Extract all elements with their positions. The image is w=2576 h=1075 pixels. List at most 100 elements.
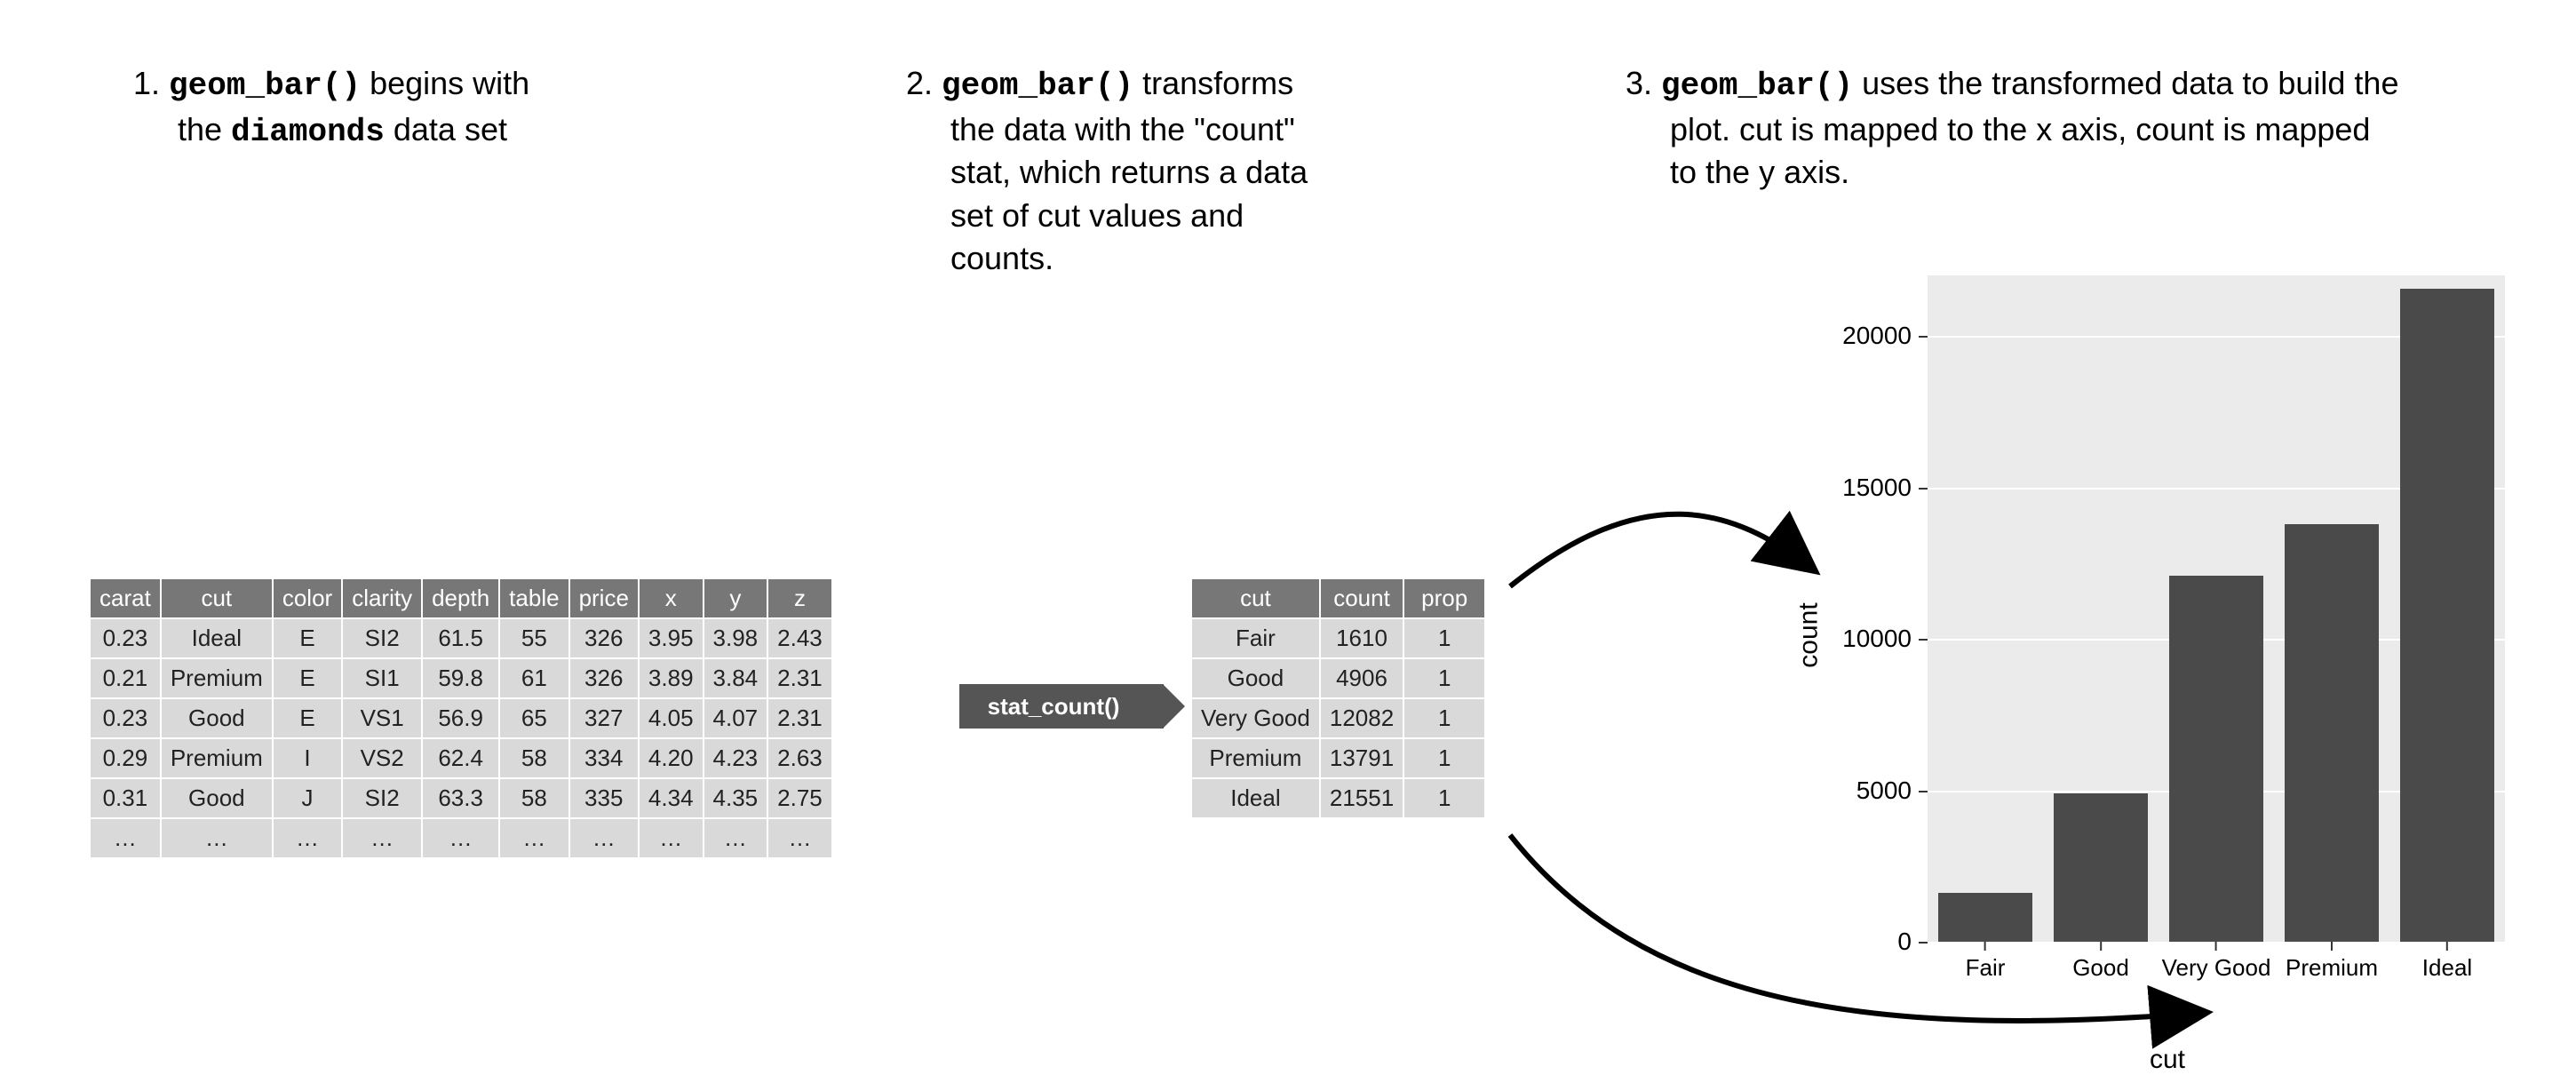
step-2-line3: stat, which returns a data: [906, 151, 1457, 195]
diamonds-header-cell: clarity: [343, 579, 421, 617]
diamonds-cell: …: [274, 819, 341, 857]
counts-cell: 1: [1404, 619, 1484, 657]
stat-count-badge: stat_count(): [959, 684, 1164, 729]
step-2-tail: transforms: [1133, 65, 1293, 101]
diamonds-cell: 63.3: [423, 779, 498, 817]
diamonds-cell: SI2: [343, 779, 421, 817]
chart-ytick: 5000: [1830, 776, 1928, 805]
diamonds-cell: 2.31: [768, 659, 831, 697]
diamonds-header-cell: z: [768, 579, 831, 617]
diamonds-cell: E: [274, 699, 341, 737]
diamonds-cell: 335: [570, 779, 638, 817]
bar-chart: count 05000100001500020000FairGoodVery G…: [1830, 267, 2505, 1004]
arrow-to-chart-top: [1510, 514, 1812, 586]
step-3-line2: plot. cut is mapped to the x axis, count…: [1626, 108, 2514, 152]
diamonds-cell: Ideal: [162, 619, 272, 657]
diamonds-cell: …: [91, 819, 160, 857]
counts-cell: Premium: [1192, 739, 1319, 777]
diamonds-cell: 61: [500, 659, 568, 697]
diamonds-cell: …: [704, 819, 767, 857]
step-2-line4: set of cut values and: [906, 195, 1457, 238]
counts-header-cell: cut: [1192, 579, 1319, 617]
diamonds-cell: …: [570, 819, 638, 857]
diamonds-cell: 326: [570, 619, 638, 657]
counts-header-cell: prop: [1404, 579, 1484, 617]
diamonds-cell: 4.35: [704, 779, 767, 817]
counts-cell: 13791: [1321, 739, 1403, 777]
diamonds-cell: …: [768, 819, 831, 857]
diamonds-cell: Premium: [162, 659, 272, 697]
diamonds-cell: 0.21: [91, 659, 160, 697]
diamonds-cell: 4.07: [704, 699, 767, 737]
chart-ytick: 20000: [1830, 322, 1928, 350]
counts-cell: 1: [1404, 659, 1484, 697]
diamonds-cell: 0.29: [91, 739, 160, 777]
step-3-code: geom_bar(): [1661, 68, 1853, 104]
counts-header-cell: count: [1321, 579, 1403, 617]
diamonds-cell: 4.05: [640, 699, 703, 737]
diamonds-cell: 55: [500, 619, 568, 657]
chart-xtick: Good: [2072, 942, 2129, 982]
step-1-tail: begins with: [361, 65, 529, 101]
diamonds-cell: 3.89: [640, 659, 703, 697]
diamonds-cell: VS1: [343, 699, 421, 737]
diamonds-cell: 0.31: [91, 779, 160, 817]
step-2-code: geom_bar(): [942, 68, 1133, 104]
diamonds-cell: …: [500, 819, 568, 857]
counts-cell: Good: [1192, 659, 1319, 697]
chart-ytick: 10000: [1830, 625, 1928, 653]
step-1-line2b: data set: [385, 111, 507, 147]
step-1-code: geom_bar(): [169, 68, 361, 104]
table-row: 0.23IdealESI261.5553263.953.982.43: [91, 619, 831, 657]
counts-cell: Ideal: [1192, 779, 1319, 817]
diamonds-cell: E: [274, 619, 341, 657]
table-row: Premium137911: [1192, 739, 1484, 777]
counts-cell: 1: [1404, 779, 1484, 817]
step-1-line2a: the: [178, 111, 231, 147]
diamonds-cell: …: [423, 819, 498, 857]
diamonds-cell: I: [274, 739, 341, 777]
diamonds-cell: 2.31: [768, 699, 831, 737]
diamonds-cell: VS2: [343, 739, 421, 777]
diamonds-cell: 4.20: [640, 739, 703, 777]
diamonds-cell: J: [274, 779, 341, 817]
table-row: 0.31GoodJSI263.3583354.344.352.75: [91, 779, 831, 817]
diamonds-table: caratcutcolorclaritydepthtablepricexyz 0…: [89, 577, 833, 859]
counts-cell: 4906: [1321, 659, 1403, 697]
chart-bar: [2169, 576, 2264, 942]
diamonds-header-cell: price: [570, 579, 638, 617]
step-2-line5: counts.: [906, 237, 1457, 281]
chart-bar: [2400, 289, 2495, 942]
diamonds-cell: Good: [162, 699, 272, 737]
diamonds-cell: 58: [500, 779, 568, 817]
table-row: Very Good120821: [1192, 699, 1484, 737]
diamonds-header-cell: carat: [91, 579, 160, 617]
table-row: Ideal215511: [1192, 779, 1484, 817]
chart-plot-panel: 05000100001500020000FairGoodVery GoodPre…: [1928, 275, 2505, 942]
diamonds-header-cell: table: [500, 579, 568, 617]
counts-cell: Fair: [1192, 619, 1319, 657]
diamonds-cell: 327: [570, 699, 638, 737]
counts-cell: 21551: [1321, 779, 1403, 817]
diamonds-cell: 0.23: [91, 699, 160, 737]
stat-count-label: stat_count(): [988, 693, 1120, 721]
diamonds-cell: 65: [500, 699, 568, 737]
diamonds-cell: 3.95: [640, 619, 703, 657]
counts-cell: 1: [1404, 739, 1484, 777]
diamonds-cell: 4.34: [640, 779, 703, 817]
diamonds-cell: 326: [570, 659, 638, 697]
chart-ylabel: count: [1794, 602, 1825, 667]
diamonds-cell: 56.9: [423, 699, 498, 737]
diamonds-cell: …: [162, 819, 272, 857]
diamonds-cell: 61.5: [423, 619, 498, 657]
step-1-caption: 1. geom_bar() begins with the diamonds d…: [133, 62, 666, 154]
diamonds-cell: 62.4: [423, 739, 498, 777]
counts-cell: 1: [1404, 699, 1484, 737]
chart-xtick: Very Good: [2162, 942, 2271, 982]
step-3-caption: 3. geom_bar() uses the transformed data …: [1626, 62, 2514, 195]
diamonds-cell: …: [343, 819, 421, 857]
diamonds-cell: 2.43: [768, 619, 831, 657]
diamonds-header-cell: cut: [162, 579, 272, 617]
step-2-number: 2.: [906, 65, 933, 101]
chart-bar: [1938, 893, 2033, 942]
